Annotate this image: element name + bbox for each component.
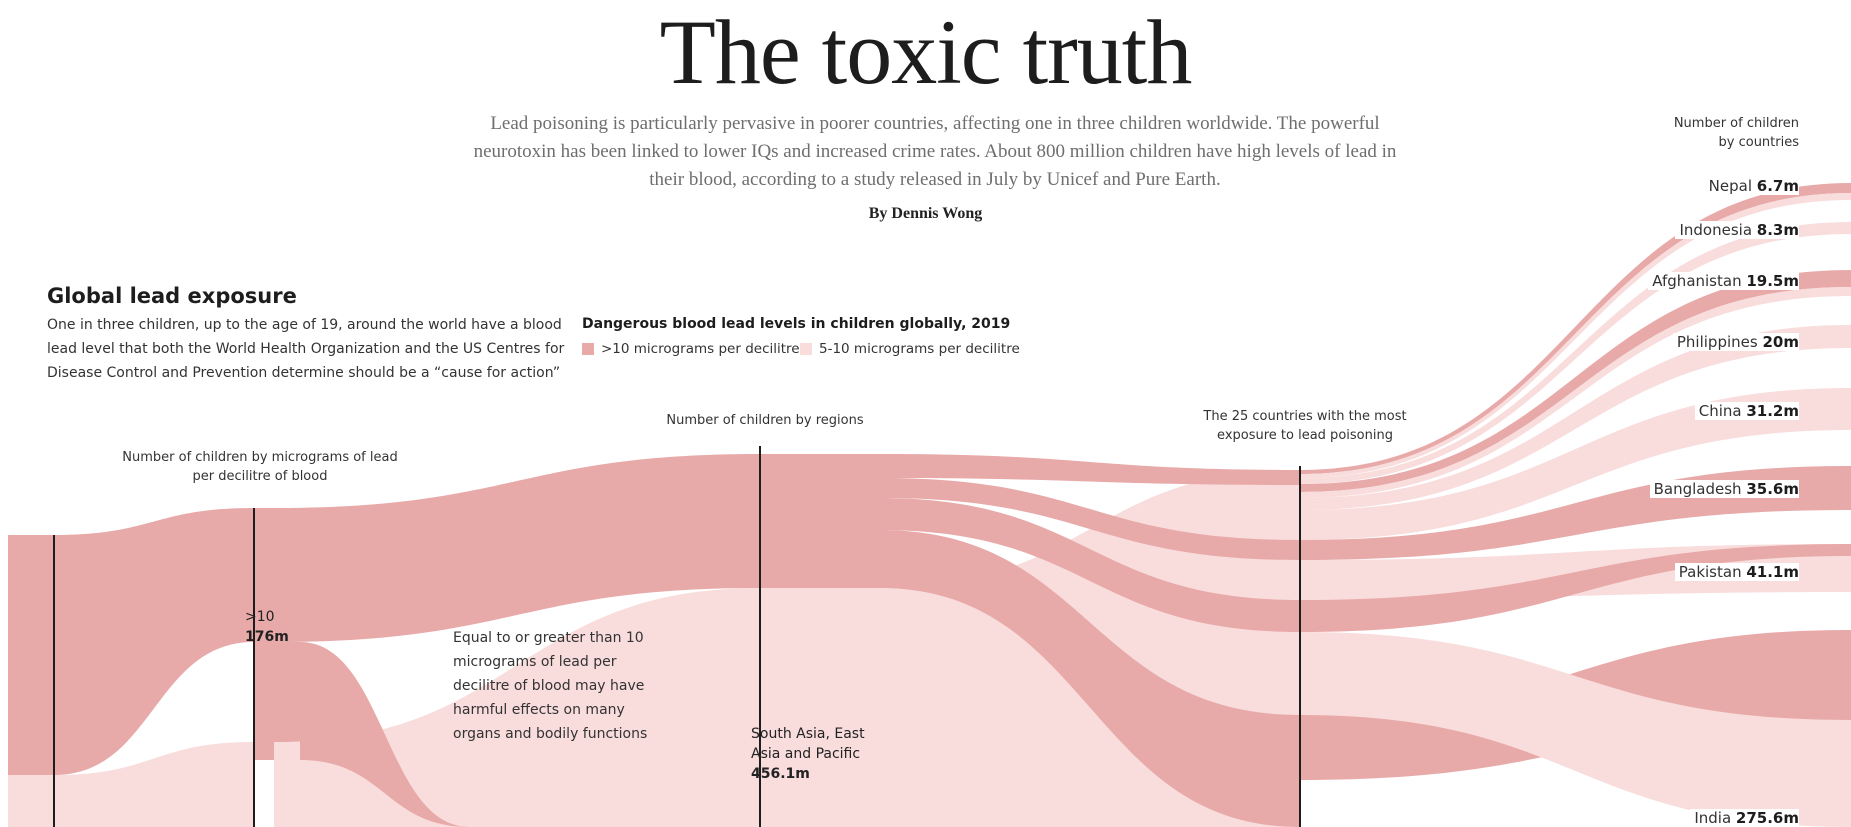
stage-label-regions: South Asia, East Asia and Pacific 456.1m	[751, 724, 871, 784]
chart-annotation: Equal to or greater than 10 micrograms o…	[453, 630, 648, 742]
country-value: 35.6m	[1746, 480, 1799, 498]
stage-label-levels-text: >10	[245, 609, 275, 625]
country-name: Philippines	[1676, 333, 1758, 351]
stage-heading-levels: Number of children by micrograms of lead…	[122, 450, 398, 484]
country-value: 8.3m	[1756, 221, 1799, 239]
countries-header: Number of children by countries	[1659, 114, 1799, 152]
country-value: 41.1m	[1746, 563, 1799, 581]
flow-source-high	[8, 535, 54, 775]
country-label-nepal: Nepal 6.7m	[1704, 177, 1799, 195]
flow-source-to-high	[54, 508, 254, 775]
country-value: 20m	[1762, 333, 1799, 351]
section-description: One in three children, up to the age of …	[47, 317, 565, 381]
country-label-china: China 31.2m	[1694, 402, 1799, 420]
stage-heading-countries25: The 25 countries with the most exposure …	[1203, 409, 1407, 443]
flow-source-low	[8, 775, 54, 827]
legend-label-low: 5-10 micrograms per decilitre	[819, 341, 1020, 357]
section-heading: Global lead exposure	[47, 284, 297, 308]
country-label-indonesia: Indonesia 8.3m	[1675, 221, 1799, 239]
legend-label-high: >10 micrograms per decilitre	[601, 341, 800, 357]
flow-regions-high	[760, 454, 880, 588]
country-label-philippines: Philippines 20m	[1672, 333, 1799, 351]
stage-heading-regions: Number of children by regions	[666, 413, 864, 428]
intro-text: Lead poisoning is particularly pervasive…	[473, 113, 1397, 190]
stage-label-regions-value: 456.1m	[751, 766, 810, 782]
page-title: The toxic truth	[659, 1, 1193, 103]
country-label-afghanistan: Afghanistan 19.5m	[1648, 272, 1799, 290]
countries-header-text: Number of children by countries	[1673, 116, 1799, 150]
country-label-pakistan: Pakistan 41.1m	[1674, 563, 1799, 581]
legend-item-high: >10 micrograms per decilitre	[582, 341, 800, 357]
legend-item-low: 5-10 micrograms per decilitre	[800, 341, 1020, 357]
country-name: Indonesia	[1679, 221, 1753, 239]
byline: By Dennis Wong	[868, 205, 983, 222]
legend-swatch-high	[582, 343, 594, 355]
country-name: India	[1694, 809, 1732, 827]
stage-label-levels: >10 176m	[245, 607, 289, 647]
stage-label-regions-text: South Asia, East Asia and Pacific	[751, 726, 865, 762]
country-name: Afghanistan	[1652, 272, 1742, 290]
country-value: 31.2m	[1746, 402, 1799, 420]
country-value: 19.5m	[1746, 272, 1799, 290]
country-value: 275.6m	[1735, 809, 1799, 827]
country-label-bangladesh: Bangladesh 35.6m	[1649, 480, 1799, 498]
flow-regions-low	[760, 588, 880, 827]
country-value: 6.7m	[1756, 177, 1799, 195]
country-name: Bangladesh	[1653, 480, 1742, 498]
chart-subtitle: Dangerous blood lead levels in children …	[582, 316, 1011, 332]
legend-swatch-low	[800, 343, 812, 355]
country-name: Pakistan	[1678, 563, 1742, 581]
country-name: China	[1698, 402, 1742, 420]
stage-label-levels-value: 176m	[245, 629, 289, 645]
country-name: Nepal	[1708, 177, 1753, 195]
country-label-india: India 275.6m	[1690, 809, 1799, 827]
